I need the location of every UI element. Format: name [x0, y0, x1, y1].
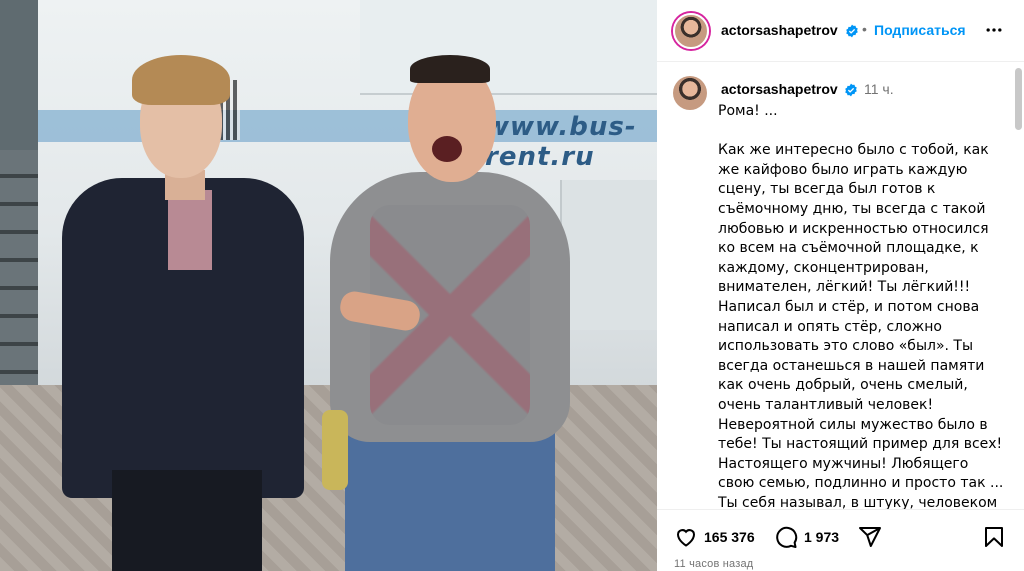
comment-button[interactable]: 1 973	[774, 525, 839, 549]
person-left-hair	[132, 55, 230, 105]
bus-panel	[560, 180, 657, 330]
share-icon	[859, 527, 881, 547]
separator-dot: •	[862, 21, 867, 37]
bottle	[322, 410, 348, 490]
follow-button[interactable]: Подписаться	[874, 22, 966, 38]
post-actions: 165 376 1 973 11 часов назад	[657, 509, 1024, 571]
caption-username[interactable]: actorsashapetrov	[721, 81, 838, 97]
post-header: actorsashapetrov • Подписаться	[657, 0, 1024, 62]
bus-steps	[0, 150, 38, 400]
bus-lettering: www.bus-rent.ru	[485, 112, 637, 172]
verified-badge-icon	[846, 24, 858, 38]
more-options-icon[interactable]	[983, 20, 1005, 40]
verified-badge-icon	[845, 83, 857, 97]
bus-window	[360, 0, 657, 95]
person-left-shirt	[168, 190, 212, 270]
heart-icon	[676, 529, 696, 547]
save-button[interactable]	[982, 525, 1006, 549]
like-button[interactable]: 165 376	[674, 525, 755, 549]
comments-count: 1 973	[804, 529, 840, 545]
comments-scroll-area[interactable]: actorsashapetrov 11 ч. Рома! ... Как же …	[657, 62, 1024, 509]
author-avatar[interactable]	[673, 13, 709, 49]
bookmark-icon	[985, 527, 1003, 547]
person-right-hair	[410, 55, 490, 83]
post-sidebar: actorsashapetrov • Подписаться actorsash…	[657, 0, 1024, 571]
likes-count: 165 376	[704, 529, 755, 545]
author-username[interactable]: actorsashapetrov	[721, 22, 838, 38]
person-right-mouth	[432, 136, 462, 162]
person-left-legs	[112, 470, 262, 571]
scrollbar-thumb[interactable]	[1015, 68, 1022, 130]
post-photo[interactable]: www.bus-rent.ru	[0, 0, 657, 571]
caption-timestamp: 11 ч.	[864, 81, 894, 97]
caption-text: Рома! ... Как же интересно было с тобой,…	[718, 103, 1004, 509]
caption-author-avatar[interactable]	[673, 76, 707, 110]
comment-icon	[776, 526, 798, 548]
post-time-ago[interactable]: 11 часов назад	[674, 558, 753, 570]
person-right-jeans	[345, 430, 555, 571]
share-button[interactable]	[858, 525, 882, 549]
